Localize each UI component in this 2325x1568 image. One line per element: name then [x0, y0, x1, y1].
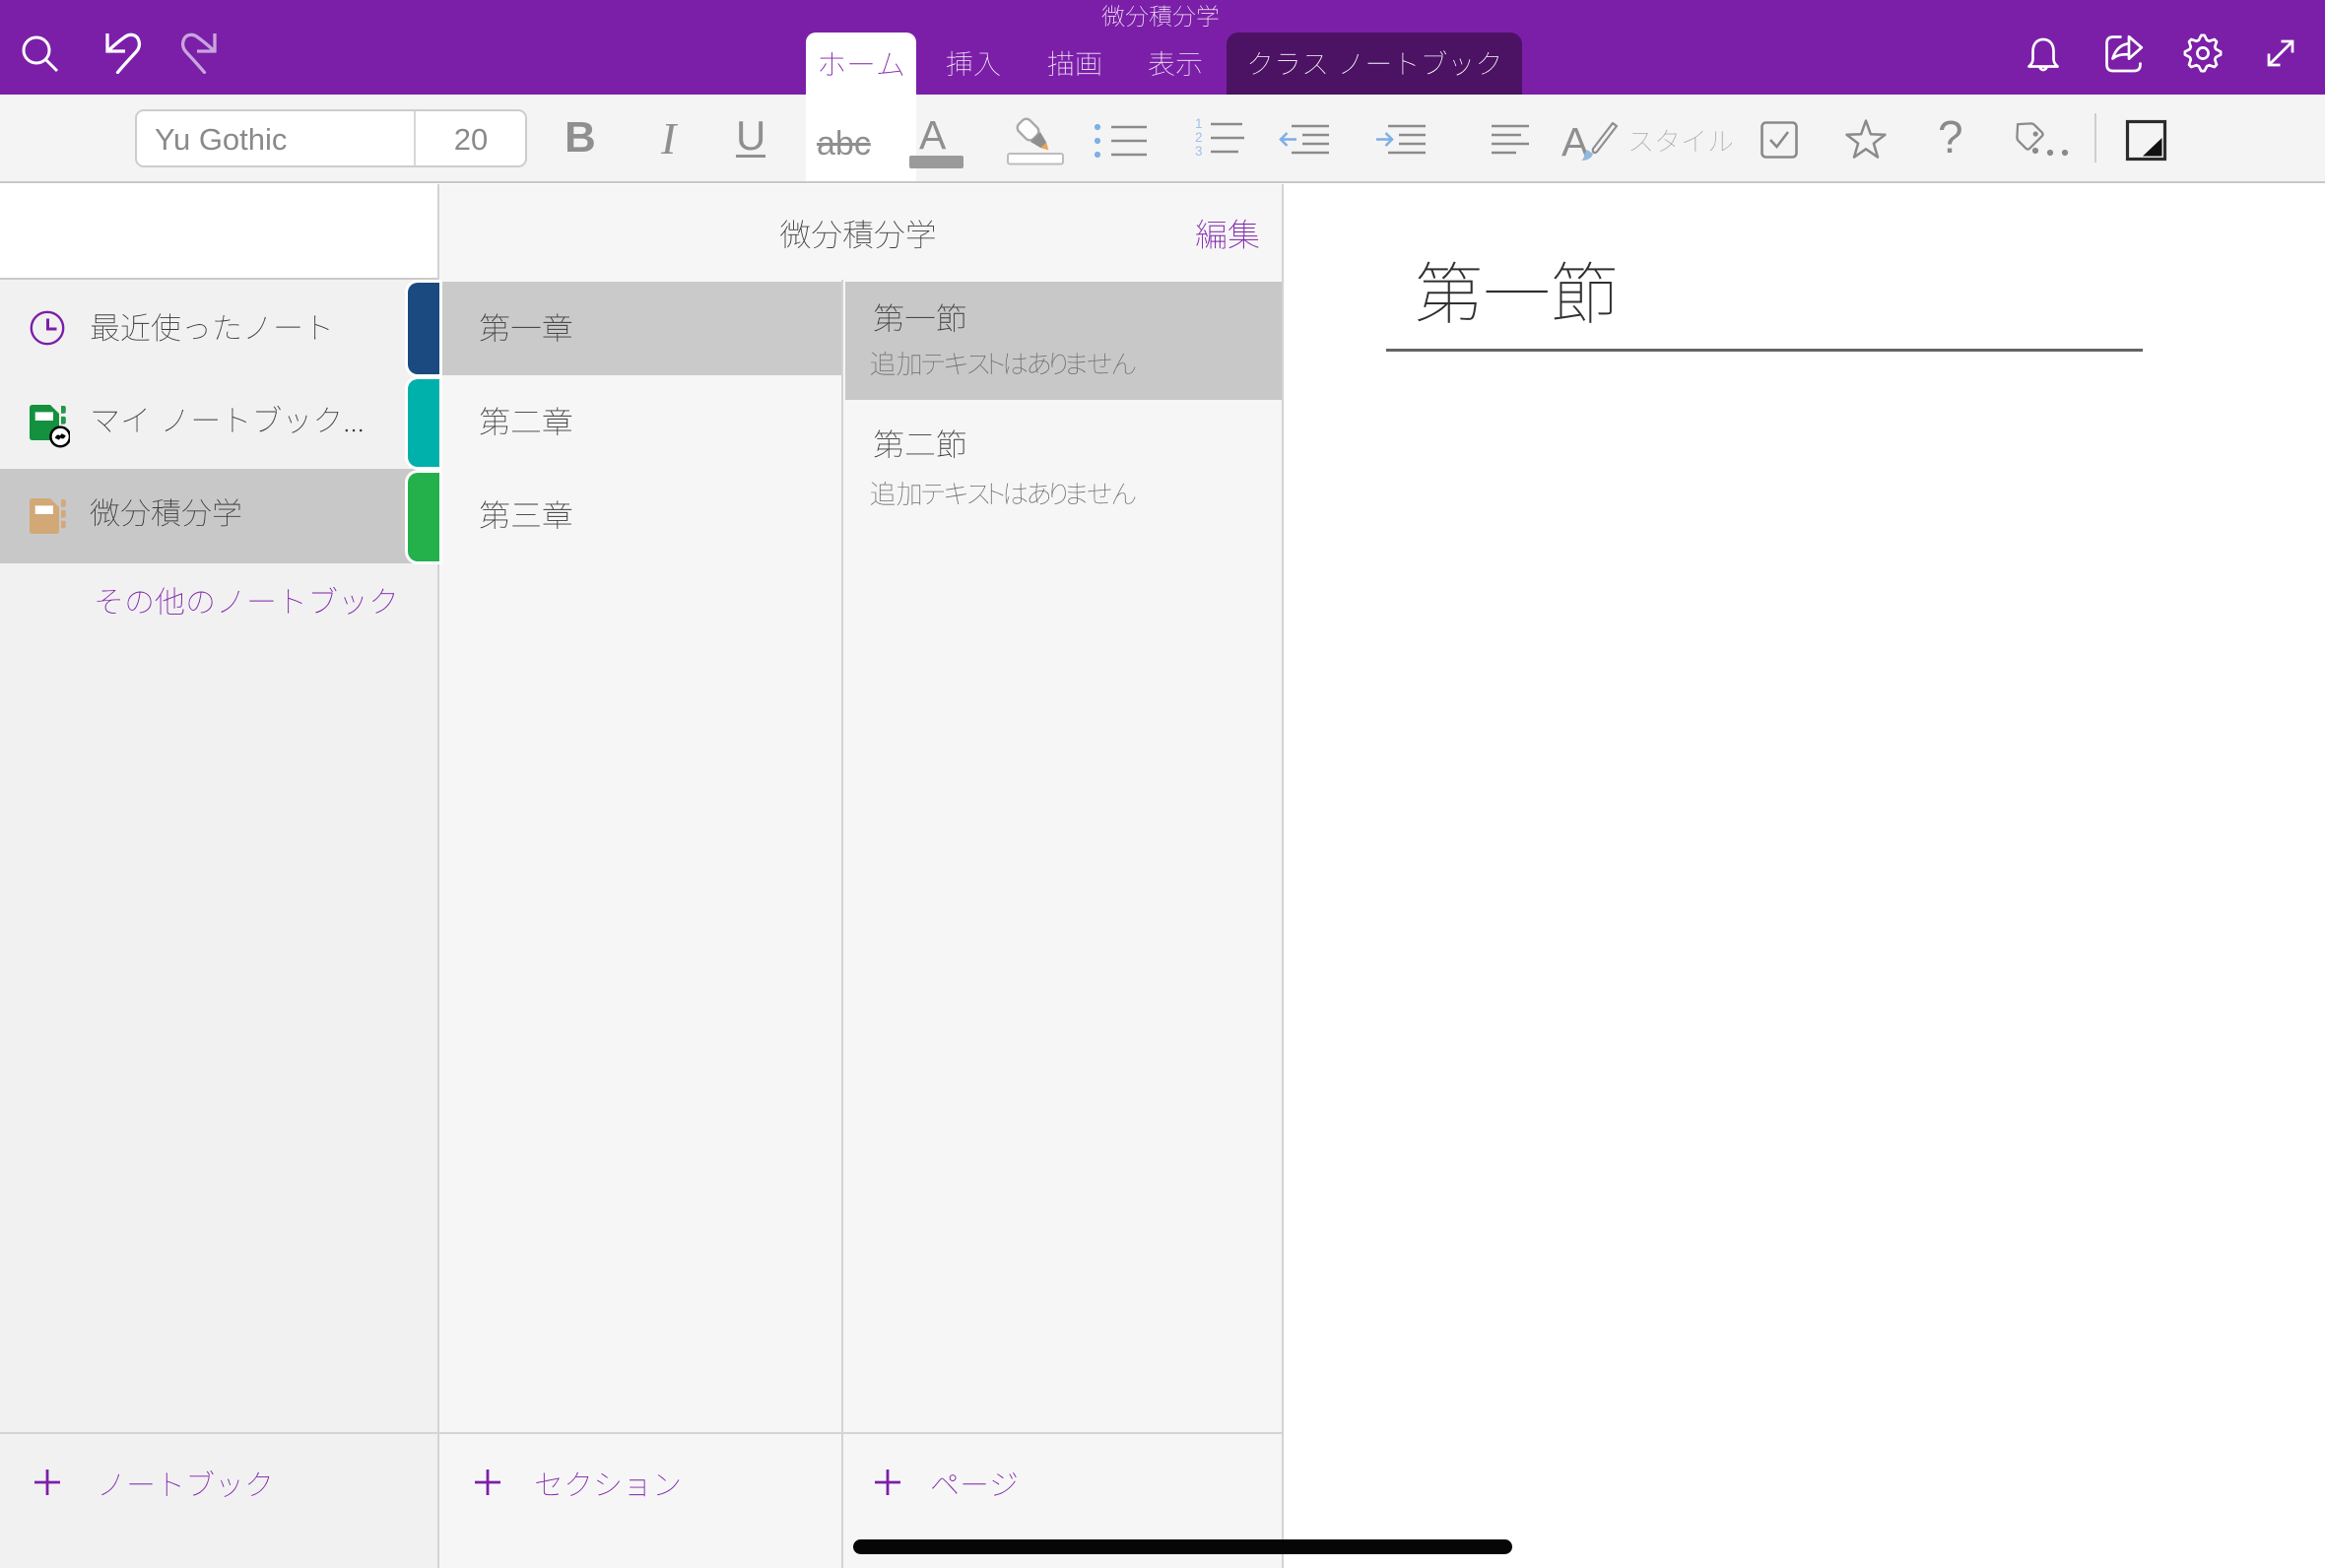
svg-text:1: 1 [1195, 116, 1203, 131]
svg-text:2: 2 [1195, 130, 1203, 145]
svg-text:3: 3 [1195, 144, 1203, 159]
